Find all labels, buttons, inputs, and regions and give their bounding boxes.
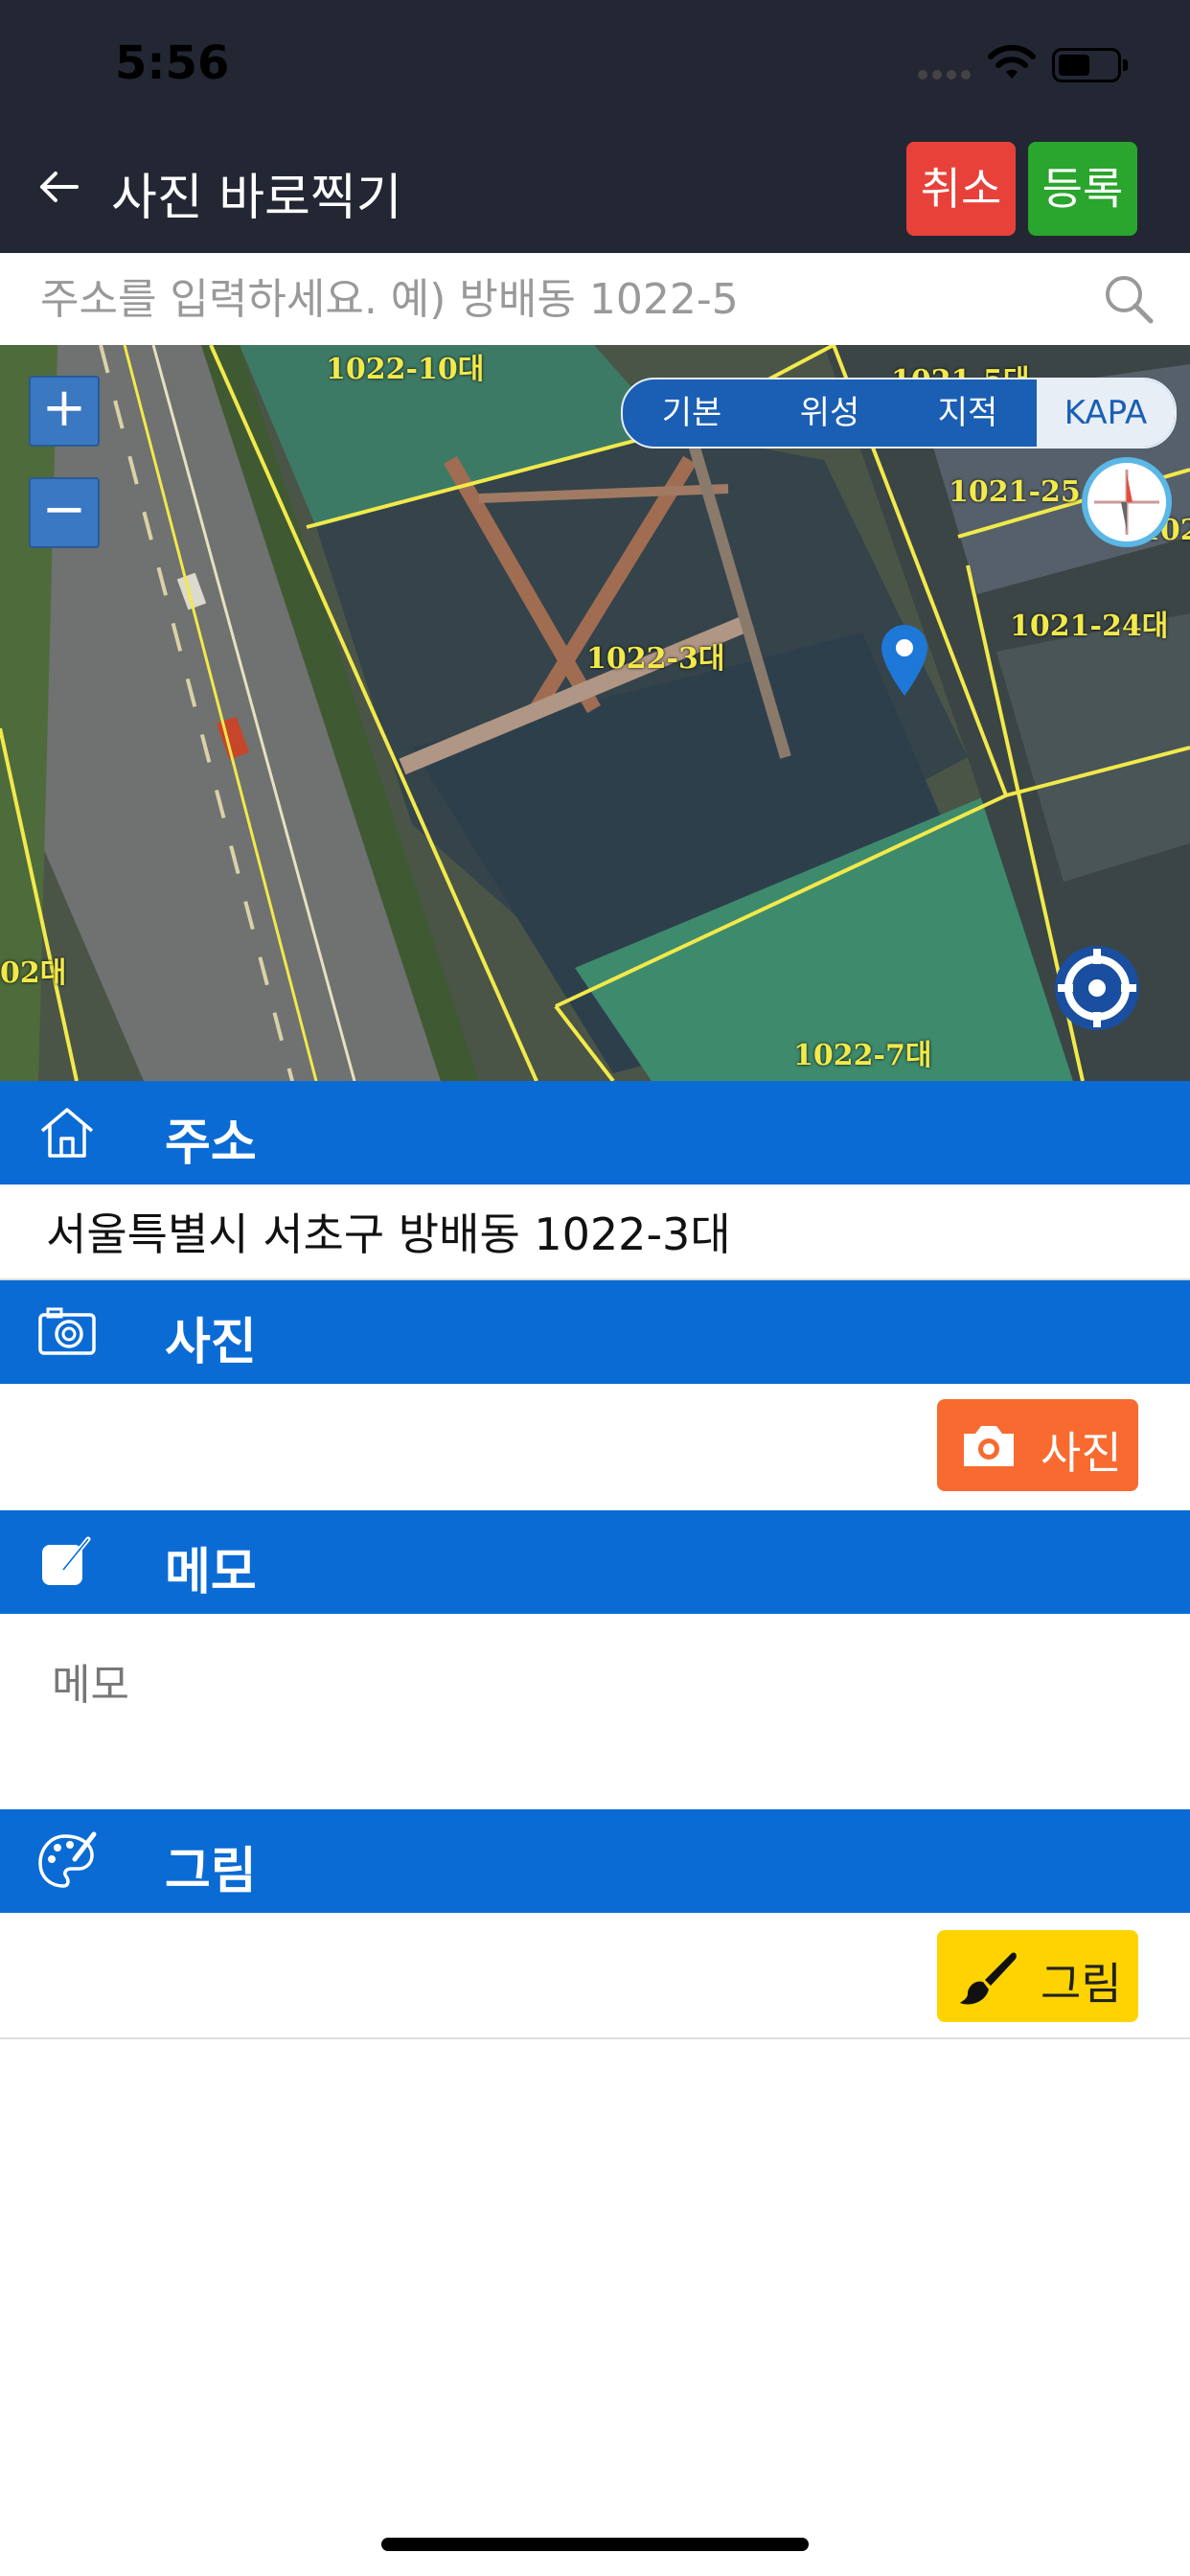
take-photo-label: 사진 [1041, 1427, 1122, 1479]
map-type-basic[interactable]: 기본 [623, 380, 761, 447]
back-arrow-icon[interactable] [36, 165, 80, 209]
search-input[interactable] [38, 266, 1077, 332]
parcel-label: 1021-25 [949, 475, 1081, 509]
take-photo-button[interactable]: 사진 [937, 1399, 1138, 1491]
satellite-map[interactable]: 1022-10대 1021-5대 1021-25 1022-3대 1021-24… [0, 345, 1190, 1081]
map-type-satellite[interactable]: 위성 [761, 380, 899, 447]
draw-button[interactable]: 그림 [937, 1930, 1138, 2022]
parcel-label: 1021-24대 [1010, 610, 1169, 643]
camera-icon [38, 1307, 96, 1355]
search-icon[interactable] [1102, 272, 1156, 326]
palette-icon [38, 1831, 97, 1888]
edit-icon [42, 1536, 91, 1585]
battery-icon [1052, 48, 1128, 82]
parcel-label: 1022-10대 [326, 353, 485, 386]
parcel-label: 1022-3대 [586, 642, 725, 676]
register-button[interactable]: 등록 [1028, 142, 1137, 236]
photo-section-header: 사진 [0, 1280, 1190, 1384]
divider [0, 2037, 1190, 2039]
top-bar: 5:56 사진 바로찍기 취소 등록 [0, 0, 1190, 253]
compass-icon[interactable] [1081, 456, 1173, 548]
map-pin-icon[interactable] [878, 621, 931, 698]
home-icon [40, 1108, 94, 1158]
brush-icon [960, 1952, 1017, 2005]
zoom-in-button[interactable]: + [29, 376, 100, 447]
zoom-out-button[interactable]: − [29, 477, 100, 548]
cancel-button[interactable]: 취소 [906, 142, 1016, 236]
address-value: 서울특별시 서초구 방배동 1022-3대 [46, 1208, 731, 1260]
address-section-title: 주소 [165, 1115, 257, 1172]
map-type-kapa[interactable]: KAPA [1037, 380, 1175, 447]
home-indicator[interactable] [381, 2538, 809, 2551]
parcel-label: 02대 [0, 956, 67, 990]
map-type-selector: 기본 위성 지적 KAPA [621, 378, 1177, 448]
memo-section-header: 메모 [0, 1510, 1190, 1614]
search-bar [0, 253, 1190, 346]
camera-icon [964, 1426, 1014, 1466]
draw-label: 그림 [1041, 1958, 1122, 2010]
drawing-section-header: 그림 [0, 1809, 1190, 1913]
photo-section-title: 사진 [165, 1314, 257, 1371]
drawing-section-title: 그림 [165, 1843, 257, 1900]
memo-section-title: 메모 [165, 1544, 257, 1601]
memo-input[interactable]: 메모 [52, 1650, 129, 1712]
address-section-header: 주소 [0, 1081, 1190, 1184]
wifi-icon [988, 44, 1036, 79]
status-time: 5:56 [115, 36, 230, 90]
page-title: 사진 바로찍기 [111, 170, 402, 227]
map-imagery [0, 345, 1190, 1081]
map-type-cadastral[interactable]: 지적 [899, 380, 1037, 447]
locate-icon[interactable] [1052, 943, 1142, 1033]
parcel-label: 1022-7대 [793, 1039, 932, 1072]
signal-icon [918, 65, 975, 83]
